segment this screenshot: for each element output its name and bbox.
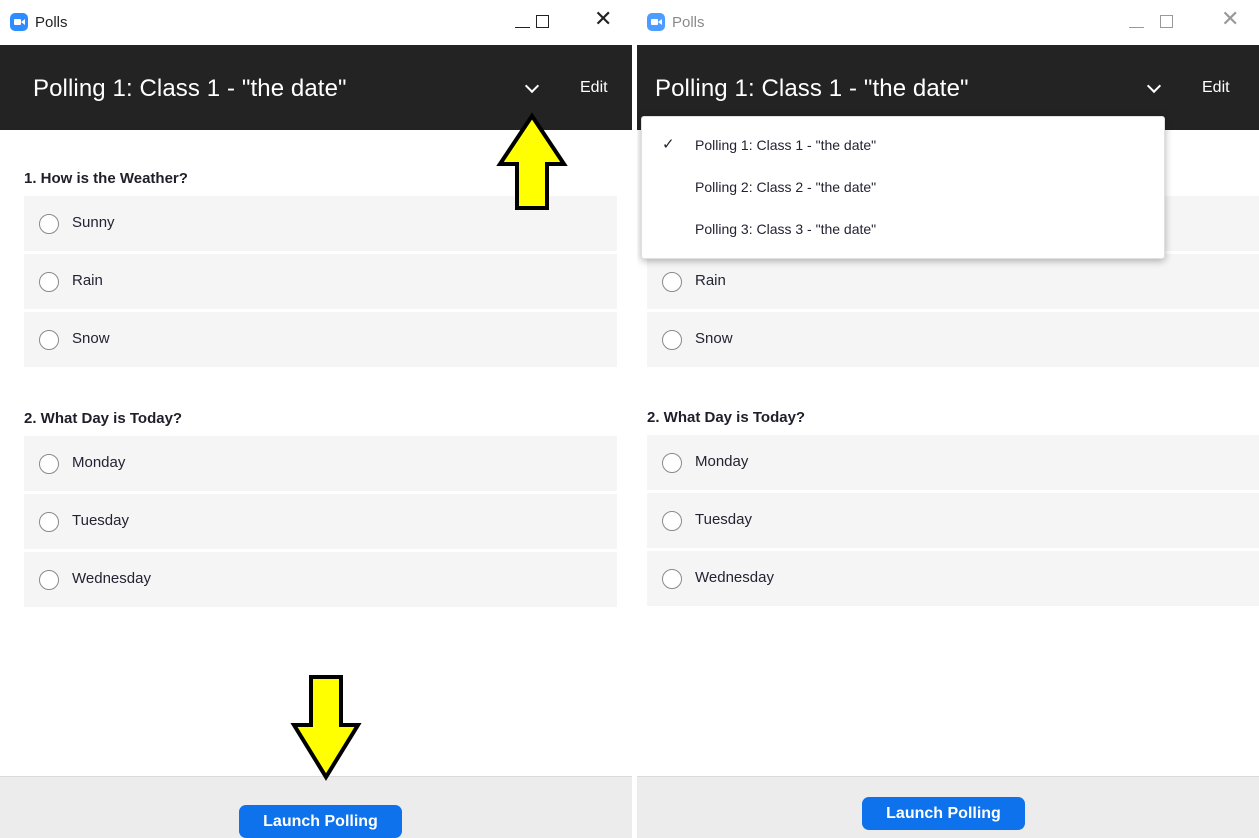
dropdown-item[interactable]: ✓ Polling 1: Class 1 - "the date" bbox=[642, 125, 1164, 167]
radio-button[interactable] bbox=[39, 570, 59, 590]
poll-option[interactable]: Wednesday bbox=[647, 551, 1259, 606]
poll-select-dropdown: ✓ Polling 1: Class 1 - "the date" Pollin… bbox=[641, 116, 1165, 259]
launch-polling-button[interactable]: Launch Polling bbox=[862, 797, 1025, 830]
title-bar: Polls ✕ bbox=[0, 0, 632, 45]
zoom-logo-icon bbox=[647, 13, 665, 31]
dropdown-item-label: Polling 3: Class 3 - "the date" bbox=[695, 221, 877, 237]
edit-button[interactable]: Edit bbox=[1202, 79, 1230, 97]
option-label: Tuesday bbox=[72, 512, 129, 529]
option-label: Tuesday bbox=[695, 511, 752, 528]
option-label: Monday bbox=[72, 454, 126, 471]
radio-button[interactable] bbox=[662, 453, 682, 473]
question-title: 2. What Day is Today? bbox=[647, 409, 806, 426]
option-label: Rain bbox=[72, 272, 103, 289]
option-label: Sunny bbox=[72, 214, 115, 231]
close-icon: ✕ bbox=[594, 7, 613, 32]
minimize-icon bbox=[1129, 27, 1144, 28]
poll-option[interactable]: Snow bbox=[24, 312, 617, 367]
polls-window-left: Polls ✕ Polling 1: Class 1 - "the date" … bbox=[0, 0, 632, 838]
radio-button[interactable] bbox=[39, 330, 59, 350]
radio-button[interactable] bbox=[662, 272, 682, 292]
poll-option[interactable]: Monday bbox=[647, 435, 1259, 490]
dropdown-item[interactable]: Polling 3: Class 3 - "the date" bbox=[642, 209, 1164, 251]
option-label: Wednesday bbox=[695, 569, 774, 586]
yellow-arrow-icon bbox=[496, 112, 568, 210]
maximize-icon bbox=[1160, 15, 1173, 28]
radio-button[interactable] bbox=[39, 454, 59, 474]
poll-option[interactable]: Tuesday bbox=[647, 493, 1259, 548]
chevron-down-icon[interactable] bbox=[1144, 79, 1164, 99]
poll-option[interactable]: Rain bbox=[24, 254, 617, 309]
poll-option[interactable]: Monday bbox=[24, 436, 617, 491]
window-title: Polls bbox=[672, 14, 705, 31]
radio-button[interactable] bbox=[39, 512, 59, 532]
close-icon: ✕ bbox=[1221, 7, 1240, 32]
radio-button[interactable] bbox=[662, 330, 682, 350]
option-label: Snow bbox=[72, 330, 110, 347]
option-label: Snow bbox=[695, 330, 733, 347]
close-button[interactable]: ✕ bbox=[582, 0, 627, 45]
radio-button[interactable] bbox=[662, 569, 682, 589]
question-title: 2. What Day is Today? bbox=[24, 410, 183, 427]
question-title: 1. How is the Weather? bbox=[24, 170, 188, 187]
chevron-down-icon[interactable] bbox=[522, 79, 542, 99]
yellow-arrow-icon bbox=[290, 675, 362, 781]
checkmark-icon: ✓ bbox=[662, 135, 675, 153]
poll-footer: Launch Polling bbox=[0, 776, 632, 838]
polls-window-right: Polls ✕ Polling 1: Class 1 - "the date" … bbox=[637, 0, 1259, 838]
radio-button[interactable] bbox=[39, 214, 59, 234]
edit-button[interactable]: Edit bbox=[580, 79, 608, 97]
close-button[interactable]: ✕ bbox=[1209, 0, 1254, 45]
dropdown-item-label: Polling 1: Class 1 - "the date" bbox=[695, 137, 877, 153]
maximize-button[interactable] bbox=[520, 0, 565, 45]
title-bar: Polls ✕ bbox=[637, 0, 1259, 45]
window-title: Polls bbox=[35, 14, 68, 31]
maximize-icon bbox=[536, 15, 549, 28]
poll-title: Polling 1: Class 1 - "the date" bbox=[655, 75, 969, 102]
radio-button[interactable] bbox=[39, 272, 59, 292]
poll-title: Polling 1: Class 1 - "the date" bbox=[33, 75, 347, 102]
poll-footer: Launch Polling bbox=[637, 776, 1259, 838]
option-label: Wednesday bbox=[72, 570, 151, 587]
poll-option[interactable]: Tuesday bbox=[24, 494, 617, 549]
zoom-logo-icon bbox=[10, 13, 28, 31]
dropdown-item[interactable]: Polling 2: Class 2 - "the date" bbox=[642, 167, 1164, 209]
launch-polling-button[interactable]: Launch Polling bbox=[239, 805, 402, 838]
dropdown-item-label: Polling 2: Class 2 - "the date" bbox=[695, 179, 877, 195]
radio-button[interactable] bbox=[662, 511, 682, 531]
option-label: Rain bbox=[695, 272, 726, 289]
poll-option[interactable]: Rain bbox=[647, 254, 1259, 309]
maximize-button[interactable] bbox=[1144, 0, 1189, 45]
poll-option[interactable]: Snow bbox=[647, 312, 1259, 367]
option-label: Monday bbox=[695, 453, 749, 470]
poll-option[interactable]: Wednesday bbox=[24, 552, 617, 607]
